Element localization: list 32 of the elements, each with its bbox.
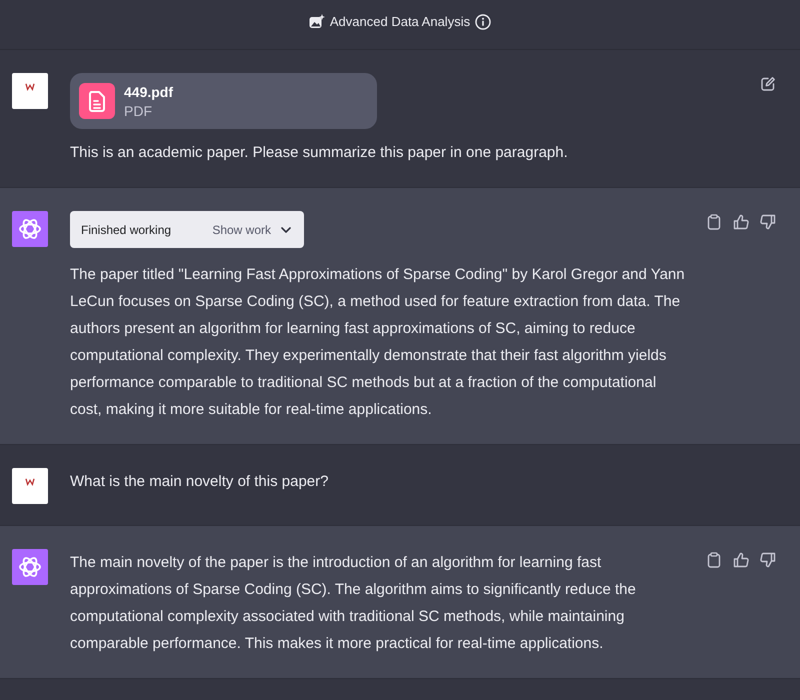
knot-logo-icon: [12, 549, 48, 585]
thumbs-up-button[interactable]: [733, 552, 749, 568]
thumbs-down-button[interactable]: [760, 552, 776, 568]
page-title: Advanced Data Analysis: [330, 14, 470, 29]
copy-button[interactable]: [706, 214, 722, 230]
file-name: 449.pdf: [124, 84, 174, 100]
logo-icon: [25, 478, 35, 486]
thumbs-down-icon: [760, 214, 776, 230]
chevron-down-icon: [281, 226, 291, 232]
logo-icon: [25, 83, 35, 91]
thumbs-up-icon: [733, 552, 749, 568]
info-icon[interactable]: [475, 14, 492, 30]
file-attachment[interactable]: 449.pdf PDF: [70, 73, 377, 129]
show-work-button[interactable]: Show work: [212, 222, 291, 236]
knot-logo-icon: [12, 211, 48, 247]
status-label: Finished working: [81, 222, 172, 236]
assistant-message: The main novelty of the paper is the introduction of an algorithm for learning fast approximations of Sparse Coding (SC). The algorithm aims to significantly reduce the computational complexity associated with traditional SC methods, while maintaining comparable performance. This makes it more practical for real-time applications.: [70, 553, 637, 654]
image-sparkle-icon: [308, 14, 325, 30]
clipboard-icon: [706, 552, 722, 568]
assistant-message: The paper titled "Learning Fast Approximations of Sparse Coding" by Karol Gregor and Yann LeCun focuses on Sparse Coding (SC), a method used for feature extraction from data. The authors present an algorithm for learning fast approximations of SC, aiming to reduce computational complexity. They experimentally demonstrate that their fast algorithm yields performance comparable to traditional SC methods but at a fraction of the computational cost, making it more suitable for real-time applications.: [70, 265, 686, 420]
document-icon: [79, 83, 115, 119]
user-message: What is the main novelty of this paper?: [70, 472, 330, 492]
user-message: This is an academic paper. Please summarize this paper in one paragraph.: [70, 143, 569, 163]
edit-button[interactable]: [760, 76, 776, 92]
edit-icon: [760, 76, 776, 92]
thumbs-down-button[interactable]: [760, 214, 776, 230]
clipboard-icon: [706, 214, 722, 230]
copy-button[interactable]: [706, 552, 722, 568]
file-type: PDF: [124, 102, 153, 118]
thumbs-up-button[interactable]: [733, 214, 749, 230]
thumbs-down-icon: [760, 552, 776, 568]
thumbs-up-icon: [733, 214, 749, 230]
